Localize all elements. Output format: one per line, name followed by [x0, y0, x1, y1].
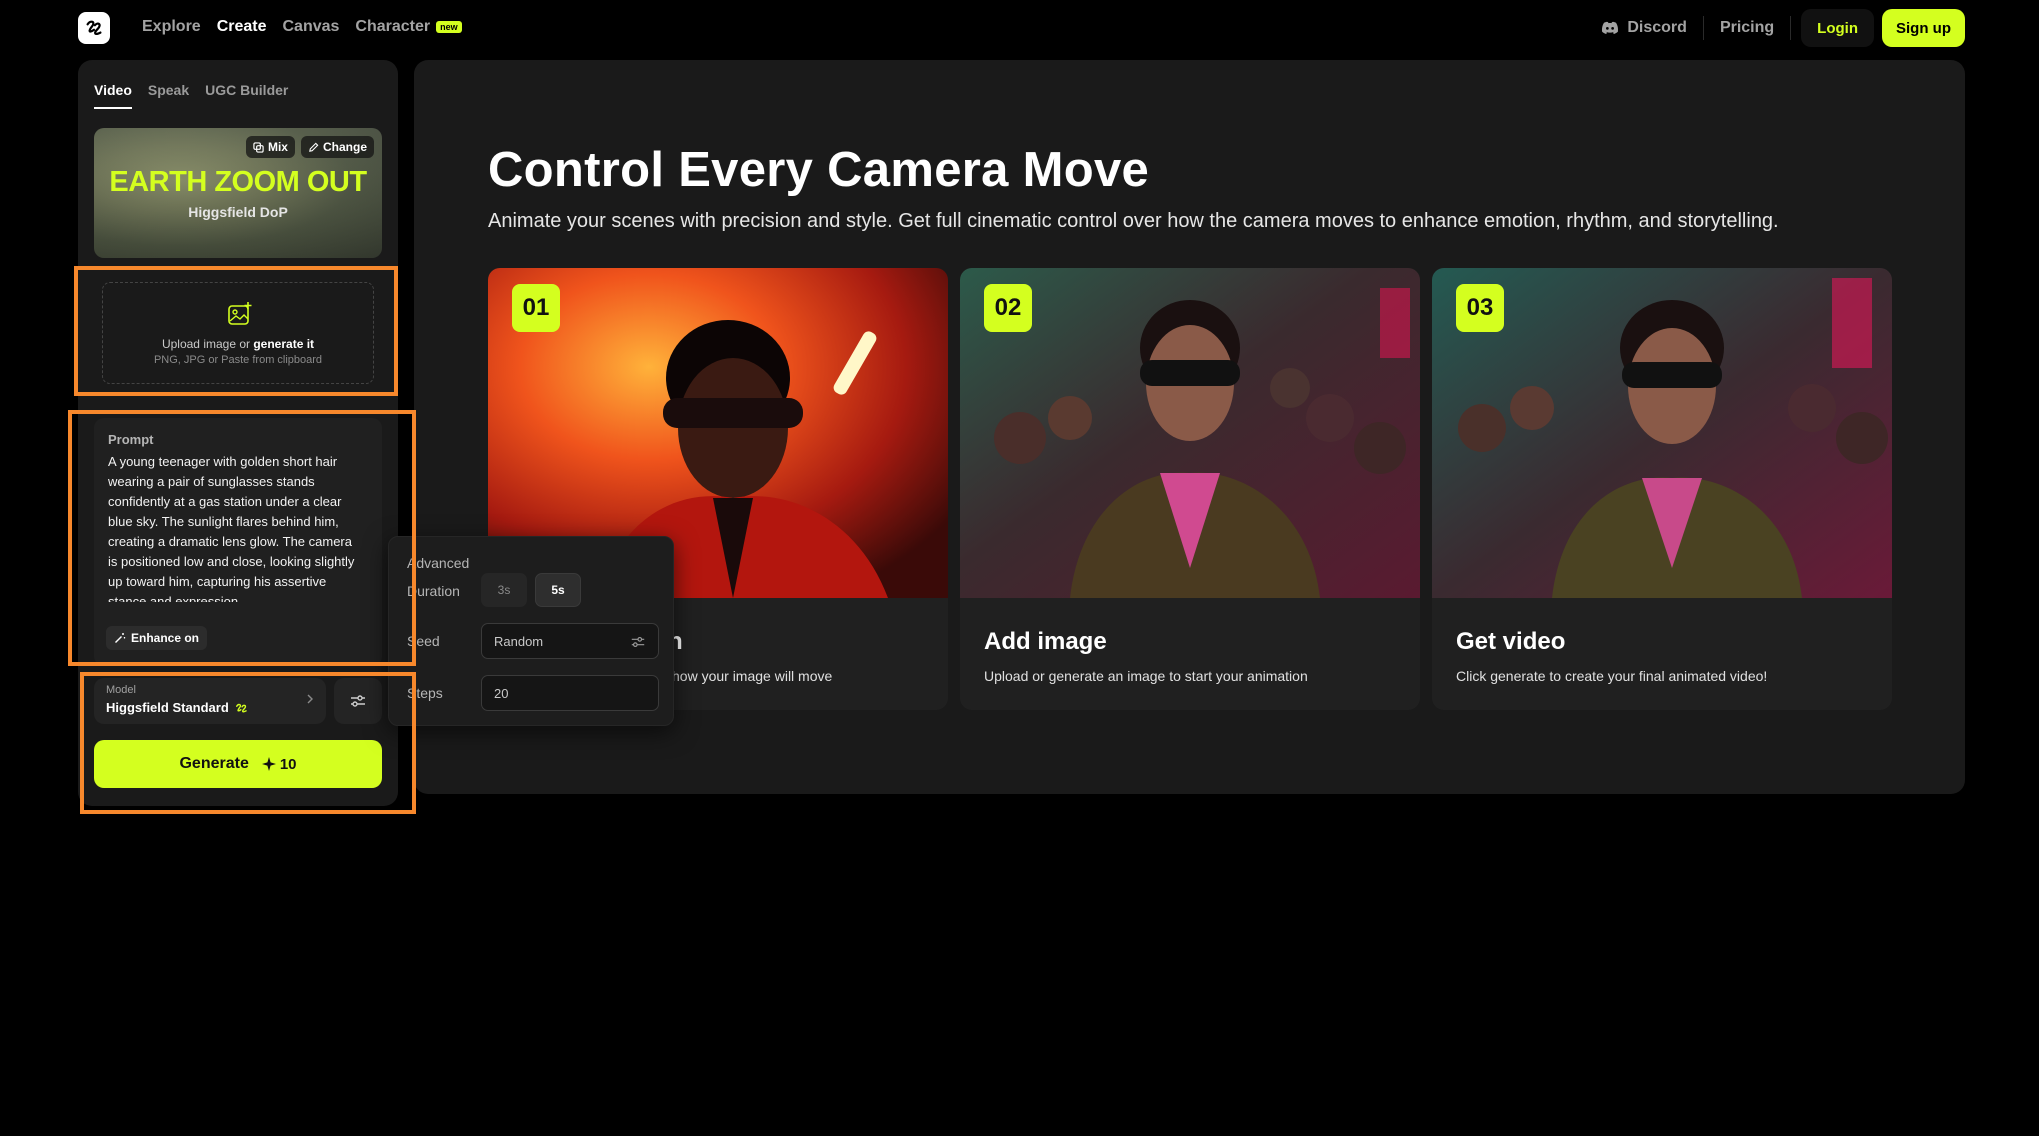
- login-button[interactable]: Login: [1801, 9, 1874, 47]
- nav-links: Explore Create Canvas Character new: [142, 18, 462, 36]
- discord-icon: [1602, 21, 1619, 34]
- tab-speak[interactable]: Speak: [148, 82, 189, 109]
- step-number: 03: [1456, 284, 1504, 332]
- pencil-icon: [309, 142, 319, 152]
- duration-5s-button[interactable]: 5s: [535, 573, 581, 607]
- nav-right: Discord Pricing Login Sign up: [1585, 9, 1965, 47]
- nav-divider: [1790, 16, 1792, 40]
- seed-input[interactable]: Random: [481, 623, 659, 659]
- signup-button[interactable]: Sign up: [1882, 9, 1965, 47]
- tab-ugc-builder[interactable]: UGC Builder: [205, 82, 288, 109]
- nav-character-label: Character: [355, 18, 431, 35]
- highlight-prompt: [68, 410, 416, 666]
- mix-button[interactable]: Mix: [245, 136, 295, 158]
- nav-character[interactable]: Character new: [355, 18, 462, 36]
- nav-explore[interactable]: Explore: [142, 18, 201, 36]
- page-title: Control Every Camera Move: [488, 143, 1150, 197]
- change-button[interactable]: Change: [300, 136, 374, 158]
- logo[interactable]: [78, 12, 110, 44]
- nav-canvas[interactable]: Canvas: [283, 18, 340, 36]
- pricing-link[interactable]: Pricing: [1704, 9, 1790, 47]
- logo-icon: [86, 20, 102, 35]
- page-subtitle: Animate your scenes with precision and s…: [488, 210, 1779, 232]
- discord-label: Discord: [1627, 19, 1687, 36]
- advanced-title: Advanced: [407, 555, 470, 571]
- top-navigation: Explore Create Canvas Character new Disco…: [0, 0, 2039, 56]
- step-description: Click generate to create your final anim…: [1456, 668, 1768, 684]
- step-description: Upload or generate an image to start you…: [984, 668, 1308, 684]
- highlight-model-generate: [80, 672, 416, 814]
- steps-input[interactable]: 20: [481, 675, 659, 711]
- preset-title: EARTH ZOOM OUT: [109, 166, 367, 198]
- preset-subtitle: Higgsfield DoP: [188, 204, 288, 220]
- change-label: Change: [322, 140, 367, 154]
- motion-preset-card[interactable]: Mix Change EARTH ZOOM OUT Higgsfield DoP: [94, 128, 382, 258]
- mix-label: Mix: [267, 140, 288, 154]
- mix-icon: [253, 141, 264, 153]
- step-card-2: 02 Add image Upload or generate an image…: [960, 268, 1420, 710]
- step-card-3: 03 Get video Click generate to create yo…: [1432, 268, 1892, 710]
- highlight-upload: [74, 266, 398, 396]
- sliders-icon: [631, 636, 645, 648]
- duration-3s-button[interactable]: 3s: [481, 573, 527, 607]
- discord-link[interactable]: Discord: [1585, 9, 1703, 47]
- advanced-settings-popover: Advanced Duration 3s 5s Seed Random Step…: [388, 536, 674, 726]
- tab-video[interactable]: Video: [94, 82, 132, 109]
- step-number: 02: [984, 284, 1032, 332]
- step-title: Get video: [1456, 628, 1566, 655]
- step-title: Add image: [984, 628, 1107, 655]
- nav-create[interactable]: Create: [217, 18, 267, 36]
- preset-actions: Mix Change: [245, 136, 374, 158]
- step-description: how your image will move: [672, 668, 833, 684]
- step-number: 01: [512, 284, 560, 332]
- mode-tabs: Video Speak UGC Builder: [94, 82, 288, 109]
- new-badge: new: [436, 20, 462, 33]
- seed-value: Random: [494, 633, 544, 649]
